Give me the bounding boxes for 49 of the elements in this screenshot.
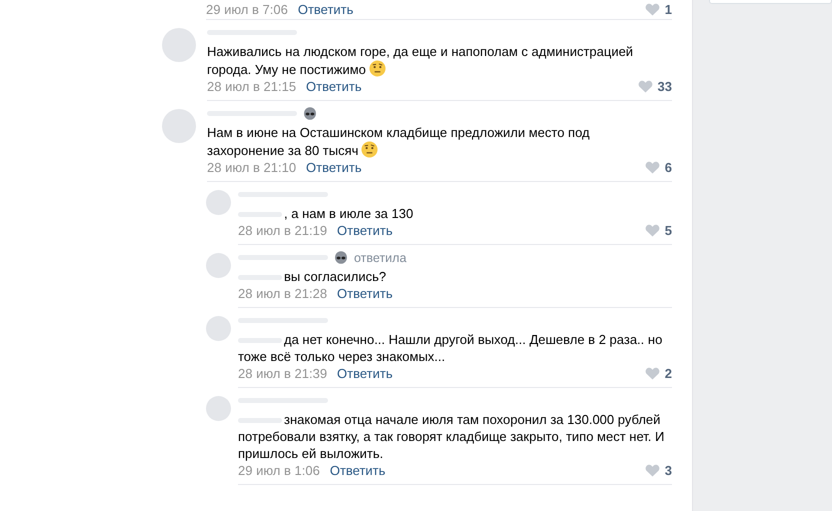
heart-icon xyxy=(644,367,660,380)
heart-icon xyxy=(644,3,660,16)
like-button[interactable]: 6 xyxy=(644,160,672,175)
like-count: 3 xyxy=(664,463,672,478)
alien-icon xyxy=(303,106,317,120)
reply-link[interactable]: Ответить xyxy=(330,463,386,478)
heart-icon xyxy=(638,80,653,93)
reply-link[interactable]: Ответить xyxy=(306,160,362,175)
comment-date[interactable]: 28 июл в 21:28 xyxy=(238,286,328,301)
like-count: 5 xyxy=(664,223,672,238)
comment-text: Нам в июне на Осташинском кладбище предложили место под захоронение за 80 тысяч xyxy=(207,124,591,159)
comment-text: , а нам в июле за 130 xyxy=(238,205,672,222)
reply-link[interactable]: Ответить xyxy=(337,223,393,238)
comment-text: вы согласились? xyxy=(238,268,672,285)
like-button[interactable]: 1 xyxy=(644,2,672,17)
heart-icon xyxy=(644,224,660,237)
emoji-icon xyxy=(361,141,378,158)
like-count: 33 xyxy=(658,79,672,94)
comment-text: Наживались на людском горе, да еще и напополам с администрацией города. Уму не постижимо xyxy=(207,43,634,78)
comment-date[interactable]: 28 июл в 21:19 xyxy=(238,223,328,238)
heart-icon xyxy=(644,161,660,174)
comment-text: знакомая отца начале июля там похоронил за 130.000 рублей потребовали взятку, а так говорят кладбище закрыто, типо мест нет. И пришлось ей выложить. xyxy=(238,411,666,462)
reply-link[interactable]: Ответить xyxy=(298,2,354,17)
avatar[interactable] xyxy=(206,316,231,341)
like-button[interactable]: 2 xyxy=(644,366,672,381)
comment-text: да нет конечно... Нашли другой выход... Дешевле в 2 раза.. но тоже всё только через знакомых... xyxy=(238,331,664,365)
like-count: 6 xyxy=(664,160,672,175)
alien-icon xyxy=(334,250,348,264)
like-count: 2 xyxy=(664,366,672,381)
heart-icon xyxy=(644,464,660,477)
avatar[interactable] xyxy=(206,396,231,421)
reply-link[interactable]: Ответить xyxy=(337,366,393,381)
avatar[interactable] xyxy=(206,253,231,278)
emoji-icon xyxy=(368,60,386,77)
comment-date[interactable]: 29 июл в 7:06 xyxy=(206,2,288,17)
reply-link[interactable]: Ответить xyxy=(337,286,393,301)
avatar[interactable] xyxy=(206,190,231,215)
comment-date[interactable]: 28 июл в 21:10 xyxy=(207,160,296,175)
like-button[interactable]: 3 xyxy=(644,463,672,478)
like-button[interactable]: 5 xyxy=(644,223,672,238)
reply-link[interactable]: Ответить xyxy=(306,79,362,94)
like-count: 1 xyxy=(664,2,672,17)
reply-label: ответила xyxy=(354,250,406,264)
like-button[interactable]: 33 xyxy=(638,79,672,94)
comment-date[interactable]: 28 июл в 21:15 xyxy=(207,79,296,94)
comment-date[interactable]: 29 июл в 1:06 xyxy=(238,463,320,478)
avatar[interactable] xyxy=(162,109,196,143)
avatar[interactable] xyxy=(162,28,196,62)
comment-date[interactable]: 28 июл в 21:39 xyxy=(238,366,328,381)
